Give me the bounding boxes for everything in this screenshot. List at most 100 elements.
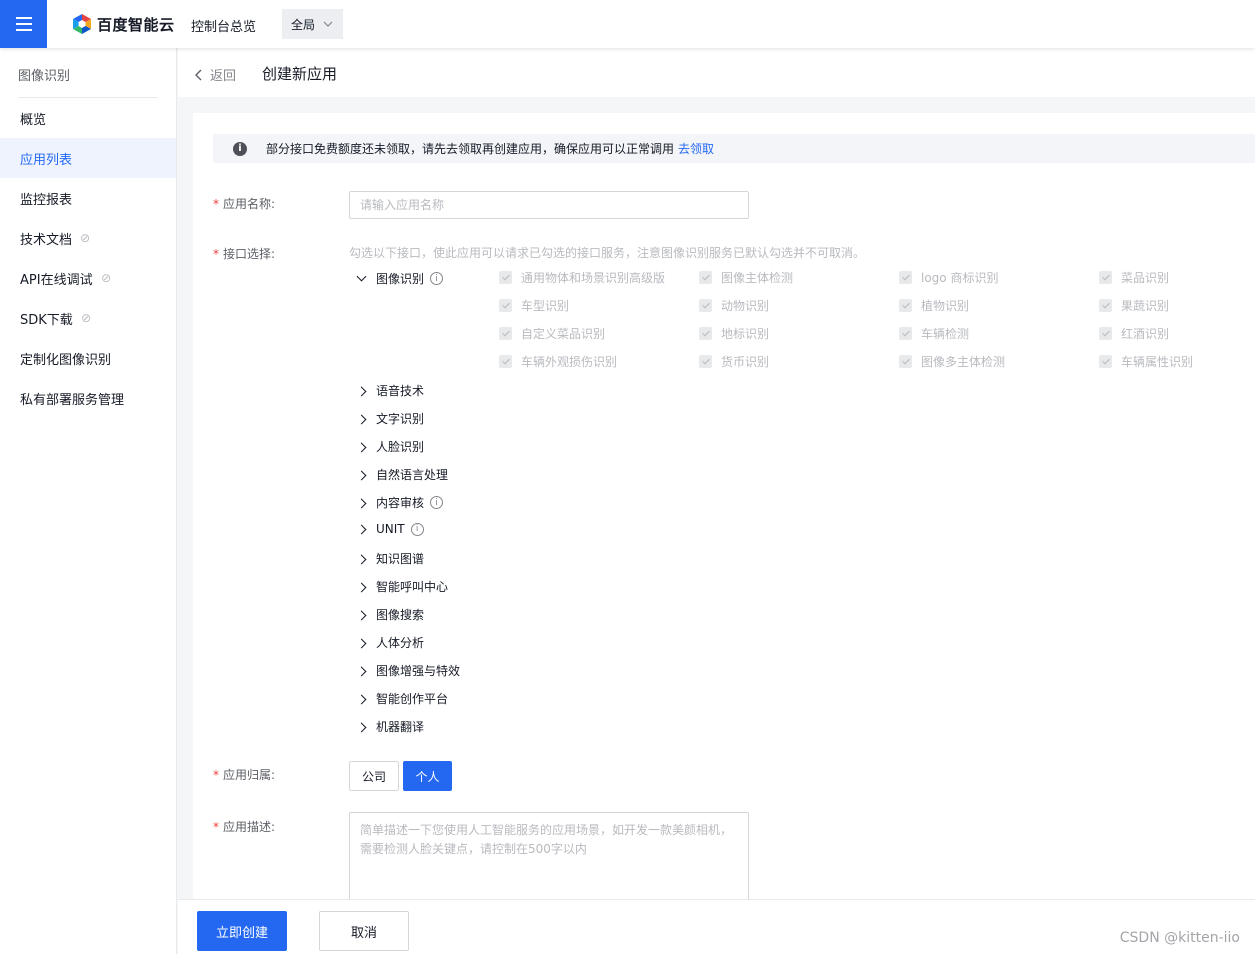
checked-disabled-icon	[1099, 327, 1112, 340]
external-link-icon: ⊖	[77, 309, 95, 327]
info-circle-icon[interactable]: i	[410, 522, 424, 536]
hamburger-menu-icon[interactable]	[0, 0, 47, 48]
api-group-unit[interactable]: UNIT i	[358, 522, 424, 536]
checkbox-api[interactable]: 图像多主体检测	[899, 353, 1005, 370]
info-icon: i	[233, 141, 247, 156]
api-group-ocr[interactable]: 文字识别	[358, 410, 424, 427]
checkbox-api[interactable]: 地标识别	[699, 325, 769, 342]
checkbox-label: 红酒识别	[1121, 327, 1170, 341]
sidebar-item-label: 概览	[20, 112, 47, 128]
checkbox-api[interactable]: 车型识别	[499, 297, 569, 314]
chevron-right-icon	[358, 608, 376, 622]
api-group-label: 语音技术	[376, 384, 425, 398]
api-group-label: UNIT	[376, 522, 405, 536]
checkbox-label: 菜品识别	[1121, 271, 1170, 285]
claim-quota-link[interactable]: 去领取	[678, 140, 714, 157]
checkbox-label: 动物识别	[721, 299, 770, 313]
sidebar-item-app-list[interactable]: 应用列表	[0, 138, 176, 178]
console-overview-link[interactable]: 控制台总览	[191, 16, 256, 35]
api-group-creation-platform[interactable]: 智能创作平台	[358, 690, 448, 707]
api-group-content-review[interactable]: 内容审核 i	[358, 494, 444, 511]
api-select-label: * 接口选择:	[213, 247, 276, 261]
checkbox-api[interactable]: 果蔬识别	[1099, 297, 1169, 314]
belong-option-company[interactable]: 公司	[349, 761, 399, 791]
checkbox-label: 通用物体和场景识别高级版	[521, 271, 666, 285]
checkbox-api[interactable]: 通用物体和场景识别高级版	[499, 269, 665, 286]
api-group-knowledge-graph[interactable]: 知识图谱	[358, 550, 424, 567]
brand-logo[interactable]: 百度智能云	[72, 13, 175, 35]
checked-disabled-icon	[1099, 299, 1112, 312]
chevron-right-icon	[358, 552, 376, 566]
api-group-label: 文字识别	[376, 412, 425, 426]
api-group-image-enhance[interactable]: 图像增强与特效	[358, 662, 460, 679]
sidebar-item-api-debug[interactable]: API在线调试 ⊖	[0, 258, 176, 298]
sidebar-item-overview[interactable]: 概览	[0, 98, 176, 138]
chevron-right-icon	[358, 580, 376, 594]
page-header: 返回 创建新应用	[178, 48, 1255, 97]
checkbox-api[interactable]: 菜品识别	[1099, 269, 1169, 286]
api-group-call-center[interactable]: 智能呼叫中心	[358, 578, 448, 595]
api-group-label: 人脸识别	[376, 440, 425, 454]
sidebar-item-sdk-download[interactable]: SDK下载 ⊖	[0, 298, 176, 338]
checkbox-api[interactable]: 车辆检测	[899, 325, 969, 342]
chevron-right-icon	[358, 496, 376, 510]
checkbox-label: 车型识别	[521, 299, 570, 313]
app-desc-textarea[interactable]	[349, 812, 749, 903]
api-group-face[interactable]: 人脸识别	[358, 438, 424, 455]
app-name-input[interactable]	[349, 191, 749, 219]
sidebar-item-monitoring[interactable]: 监控报表	[0, 178, 176, 218]
belong-option-personal[interactable]: 个人	[403, 761, 452, 791]
chevron-right-icon	[358, 522, 376, 536]
checked-disabled-icon	[899, 299, 912, 312]
info-circle-icon[interactable]: i	[430, 272, 444, 285]
cancel-button[interactable]: 取消	[319, 911, 409, 951]
top-navigation-bar: 百度智能云 控制台总览 全局	[0, 0, 1255, 48]
api-group-body-analysis[interactable]: 人体分析	[358, 634, 424, 651]
chevron-right-icon	[358, 440, 376, 454]
checked-disabled-icon	[699, 271, 712, 284]
info-circle-icon[interactable]: i	[430, 496, 444, 509]
checkbox-api[interactable]: 动物识别	[699, 297, 769, 314]
api-group-nlp[interactable]: 自然语言处理	[358, 466, 448, 483]
api-group-image-search[interactable]: 图像搜索	[358, 606, 424, 623]
sidebar-item-custom-recognition[interactable]: 定制化图像识别	[0, 338, 176, 378]
checkbox-api[interactable]: 植物识别	[899, 297, 969, 314]
page-title: 创建新应用	[262, 65, 338, 83]
hexagon-logo-icon	[73, 14, 91, 34]
sidebar-item-docs[interactable]: 技术文档 ⊖	[0, 218, 176, 258]
checkbox-api[interactable]: 车辆属性识别	[1099, 353, 1193, 370]
checkbox-api[interactable]: 货币识别	[699, 353, 769, 370]
app-belong-label: * 应用归属:	[213, 768, 276, 782]
chevron-right-icon	[358, 692, 376, 706]
checkbox-label: 车辆属性识别	[1121, 355, 1194, 369]
checked-disabled-icon	[699, 327, 712, 340]
checkbox-label: 地标识别	[721, 327, 770, 341]
checkbox-api[interactable]: 红酒识别	[1099, 325, 1169, 342]
region-select[interactable]: 全局	[282, 9, 343, 39]
checkbox-api[interactable]: 车辆外观损伤识别	[499, 353, 617, 370]
api-group-label: 机器翻译	[376, 720, 425, 734]
api-group-speech[interactable]: 语音技术	[358, 382, 424, 399]
checked-disabled-icon	[499, 355, 512, 368]
chevron-down-icon	[323, 21, 333, 27]
create-button[interactable]: 立即创建	[197, 911, 287, 951]
api-group-label: 自然语言处理	[376, 468, 449, 482]
checkbox-api[interactable]: 图像主体检测	[699, 269, 793, 286]
back-label: 返回	[210, 69, 237, 84]
external-link-icon: ⊖	[76, 229, 94, 247]
api-group-image-recognition[interactable]: 图像识别 i	[358, 270, 444, 287]
checked-disabled-icon	[899, 327, 912, 340]
sidebar-item-label: SDK下载	[20, 312, 73, 328]
api-group-label: 图像搜索	[376, 608, 425, 622]
sidebar-item-private-deploy[interactable]: 私有部署服务管理	[0, 378, 176, 418]
sidebar-item-label: 应用列表	[20, 152, 73, 168]
checked-disabled-icon	[499, 271, 512, 284]
api-group-label: 智能呼叫中心	[376, 580, 449, 594]
checkbox-label: 货币识别	[721, 355, 770, 369]
api-group-label: 图像增强与特效	[376, 664, 461, 678]
back-button[interactable]: 返回	[195, 65, 236, 84]
checkbox-api[interactable]: 自定义菜品识别	[499, 325, 605, 342]
checked-disabled-icon	[1099, 271, 1112, 284]
checkbox-api[interactable]: logo 商标识别	[899, 269, 998, 286]
api-group-translation[interactable]: 机器翻译	[358, 718, 424, 735]
